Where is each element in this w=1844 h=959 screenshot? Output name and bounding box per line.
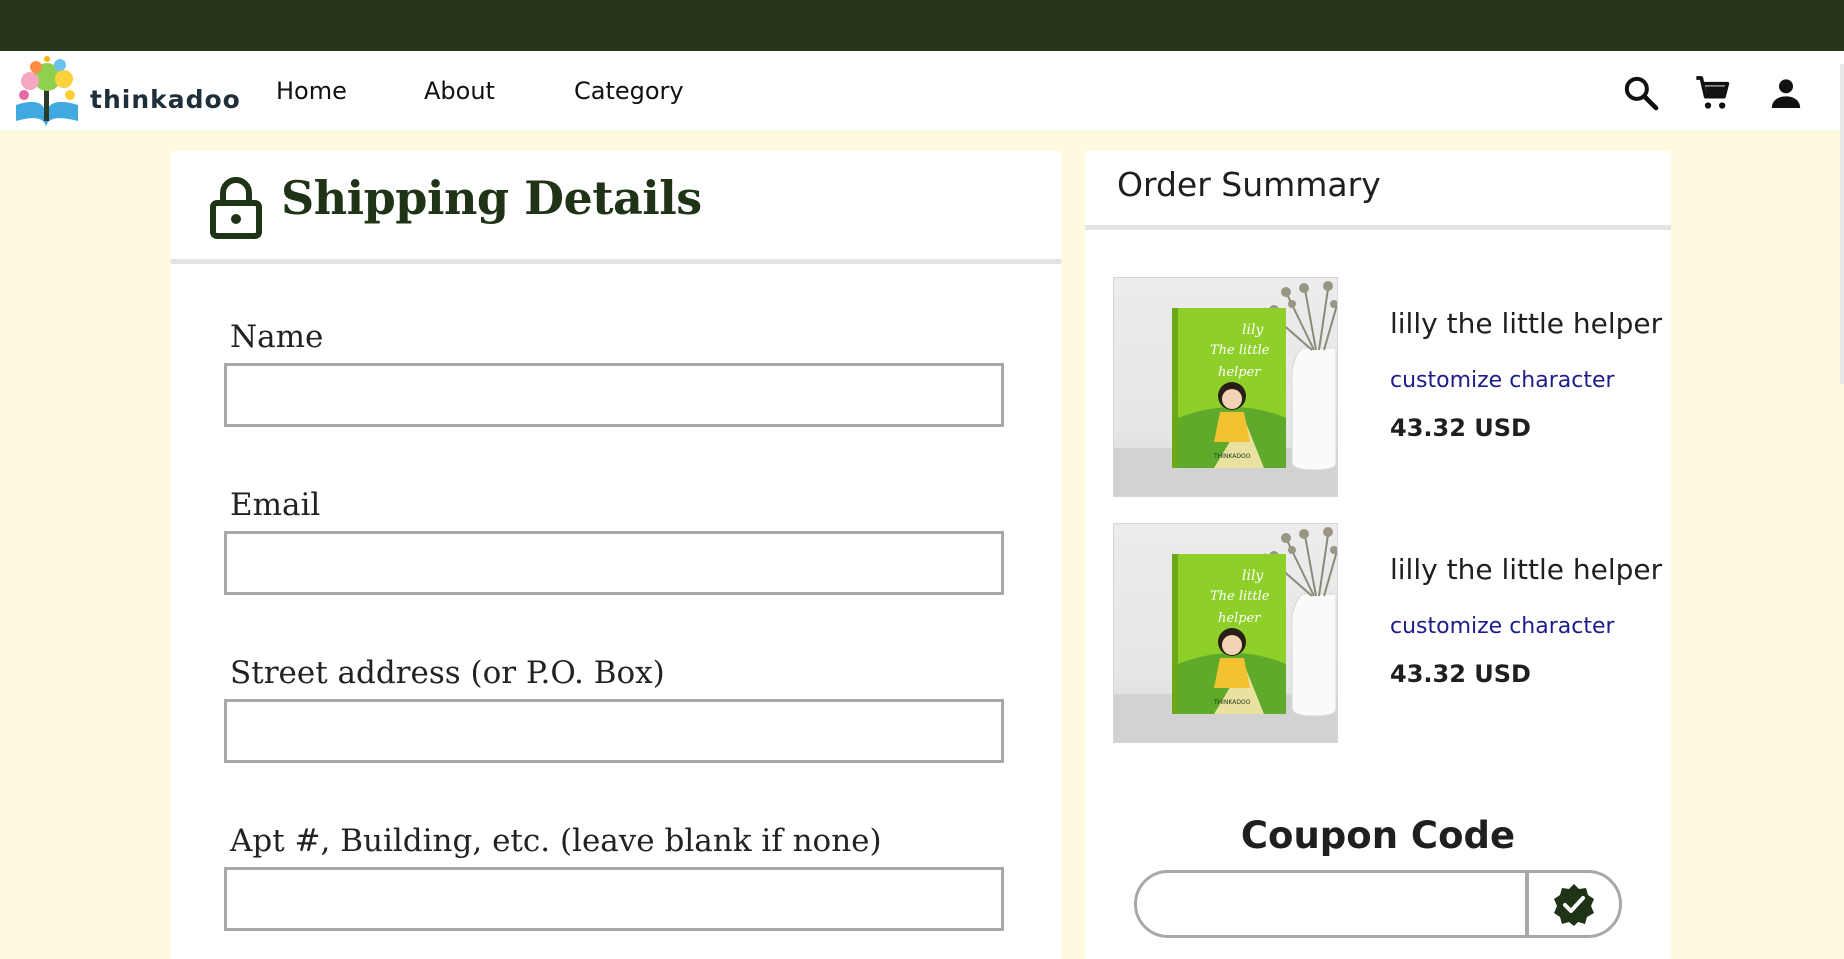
svg-text:lily: lily [1242, 568, 1264, 584]
street-address-field[interactable] [224, 699, 1004, 763]
lock-icon [210, 177, 262, 239]
order-item: lily The little helper THINKADOO lilly t… [1113, 277, 1662, 499]
item-title: lilly the little helper [1390, 307, 1663, 340]
brand-name: thinkadoo [90, 84, 241, 114]
shipping-header: Shipping Details [171, 151, 1061, 264]
coupon-input[interactable] [1137, 873, 1525, 935]
item-price: 43.32 USD [1390, 414, 1531, 442]
book-cover-image[interactable]: lily The little helper THINKADOO [1113, 523, 1338, 743]
svg-text:lily: lily [1242, 322, 1264, 338]
apartment-field[interactable] [224, 867, 1004, 931]
email-label: Email [230, 487, 321, 523]
svg-text:The little: The little [1210, 343, 1270, 358]
nav-about-link[interactable]: About [424, 77, 495, 105]
coupon-title: Coupon Code [1240, 814, 1516, 857]
brand-logo[interactable]: thinkadoo [8, 55, 241, 129]
svg-text:helper: helper [1218, 365, 1261, 380]
page-title: Shipping Details [281, 171, 702, 225]
order-summary-card: Order Summary lily The little helper THI… [1085, 151, 1671, 959]
nav-category-link[interactable]: Category [574, 77, 684, 105]
email-field[interactable] [224, 531, 1004, 595]
verified-check-icon [1554, 884, 1594, 926]
coupon-field-group [1134, 870, 1622, 938]
top-bar [0, 0, 1844, 51]
cart-icon[interactable] [1693, 73, 1733, 113]
account-icon[interactable] [1766, 73, 1806, 113]
item-price: 43.32 USD [1390, 660, 1531, 688]
search-icon[interactable] [1621, 73, 1661, 113]
svg-text:helper: helper [1218, 611, 1261, 626]
name-field[interactable] [224, 363, 1004, 427]
item-title: lilly the little helper [1390, 553, 1663, 586]
tree-book-logo-icon [16, 56, 78, 127]
nav-home-link[interactable]: Home [276, 77, 347, 105]
svg-text:THINKADOO: THINKADOO [1213, 453, 1251, 460]
shipping-details-card: Shipping Details Name Email Street addre… [171, 151, 1061, 959]
book-cover-image[interactable]: lily The little helper THINKADOO [1113, 277, 1338, 497]
navbar: thinkadoo Home About Category [0, 51, 1844, 130]
apartment-label: Apt #, Building, etc. (leave blank if no… [230, 823, 882, 859]
order-item: lily The little helper THINKADOO lilly t… [1113, 523, 1662, 745]
order-summary-title: Order Summary [1117, 165, 1381, 204]
scrollbar[interactable] [1840, 64, 1844, 384]
apply-coupon-button[interactable] [1529, 873, 1619, 935]
svg-text:THINKADOO: THINKADOO [1213, 699, 1251, 706]
name-label: Name [230, 319, 324, 355]
svg-text:The little: The little [1210, 589, 1270, 604]
order-summary-header: Order Summary [1085, 151, 1671, 230]
street-address-label: Street address (or P.O. Box) [230, 655, 665, 691]
customize-character-link[interactable]: customize character [1390, 368, 1615, 393]
customize-character-link[interactable]: customize character [1390, 614, 1615, 639]
